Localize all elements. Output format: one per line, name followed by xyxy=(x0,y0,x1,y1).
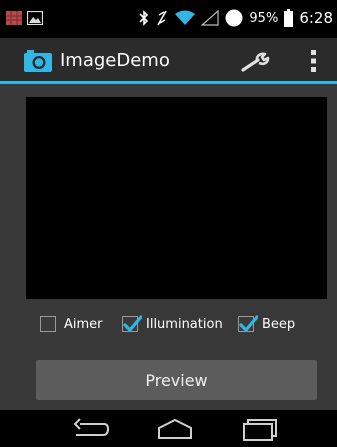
gallery-icon xyxy=(27,11,43,25)
action-bar: ImageDemo xyxy=(0,38,337,84)
bluetooth-icon xyxy=(139,10,149,26)
overflow-menu-icon[interactable] xyxy=(305,48,323,74)
option-aimer[interactable]: Aimer xyxy=(40,312,103,336)
preview-button[interactable]: Preview xyxy=(36,360,317,400)
wrench-icon[interactable] xyxy=(240,48,272,74)
back-icon[interactable] xyxy=(70,416,110,442)
illumination-label: Illumination xyxy=(146,316,223,332)
camera-preview xyxy=(26,97,327,299)
battery-icon xyxy=(284,9,294,27)
option-illumination[interactable]: Illumination xyxy=(122,312,223,336)
beep-checkbox[interactable] xyxy=(238,315,258,332)
checkmark-icon xyxy=(239,315,258,332)
camera-icon xyxy=(24,50,52,72)
data-indicator-icon xyxy=(225,9,243,27)
notification-flag-icon xyxy=(6,11,22,25)
action-bar-divider xyxy=(0,81,337,84)
status-bar: 95% 6:28 xyxy=(0,0,337,38)
status-time: 6:28 xyxy=(299,9,333,27)
illumination-checkbox[interactable] xyxy=(122,315,142,332)
app-title: ImageDemo xyxy=(60,50,170,71)
option-beep[interactable]: Beep xyxy=(238,312,295,336)
nfc-icon xyxy=(157,10,168,26)
home-icon[interactable] xyxy=(155,416,195,442)
cell-signal-icon xyxy=(201,10,220,26)
navigation-bar xyxy=(0,410,337,447)
recents-icon[interactable] xyxy=(240,416,280,442)
aimer-checkbox[interactable] xyxy=(40,316,56,332)
beep-label: Beep xyxy=(262,316,296,332)
aimer-label: Aimer xyxy=(64,316,103,332)
battery-percent: 95% xyxy=(249,10,279,26)
checkmark-icon xyxy=(123,315,142,332)
wifi-icon xyxy=(175,10,196,25)
